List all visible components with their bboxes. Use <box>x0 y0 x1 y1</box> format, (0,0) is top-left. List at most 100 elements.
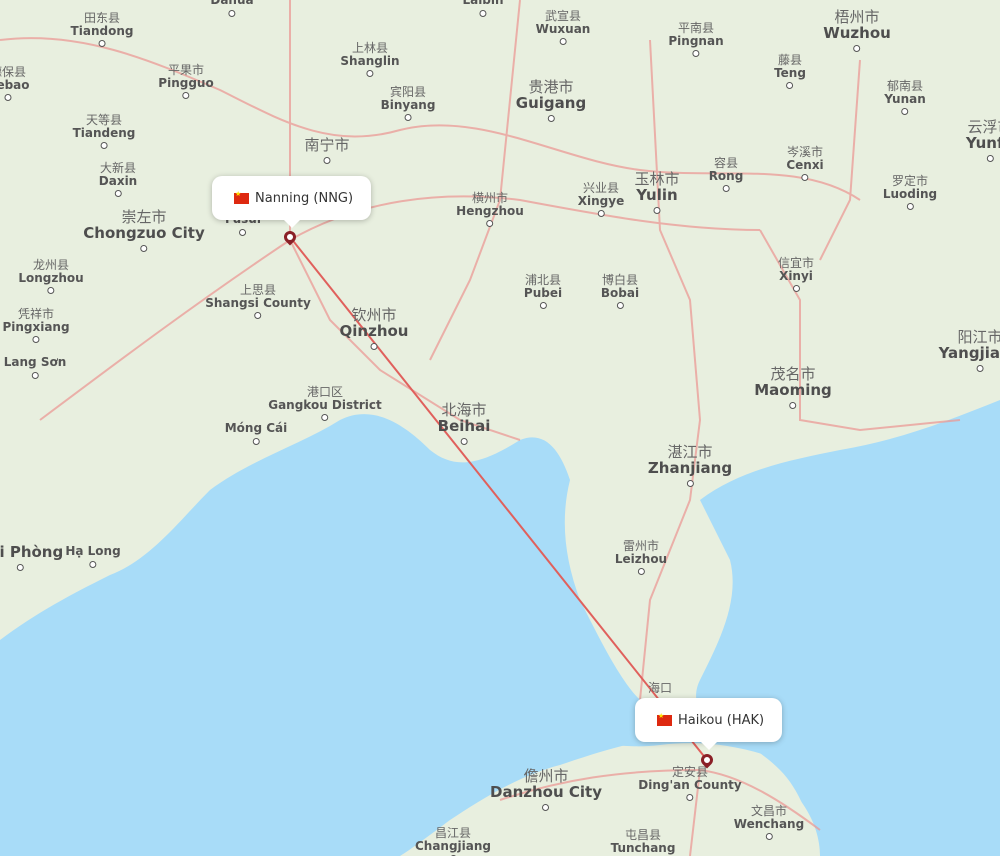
place-label: 兴业县 Xingye <box>577 181 625 218</box>
place-dot-icon <box>597 210 605 218</box>
place-label: 横州市 Hengzhou <box>456 191 524 228</box>
place-name-english: Dahua <box>210 0 254 7</box>
place-name-english: Daxin <box>98 173 138 188</box>
place-label: 崇左市 Chongzuo City <box>83 209 205 252</box>
place-name-english: Leizhou <box>614 551 668 566</box>
place-name-english: Lang Sơn <box>3 355 67 369</box>
place-name-english: Pingnan <box>668 33 724 48</box>
place-label: Laibin <box>462 0 504 17</box>
place-label: 玉林市 Yulin <box>634 171 680 214</box>
place-label: 宾阳县 Binyang <box>380 86 436 122</box>
place-name-english: Hạ Long <box>65 544 121 558</box>
place-dot-icon <box>539 302 547 310</box>
place-name-english: Guigang <box>515 93 587 112</box>
place-name-chinese: 天等县 <box>85 113 122 127</box>
place-label: 贵港市 Guigang <box>515 79 587 122</box>
place-label: 武宣县 Wuxuan <box>536 10 590 46</box>
place-name-english: Binyang <box>380 97 436 112</box>
place-name-chinese: 昌江县 <box>434 826 472 840</box>
place-dot-icon <box>686 479 694 487</box>
place-name-english: Xingye <box>577 193 625 208</box>
place-name-chinese: 南宁市 <box>304 136 350 154</box>
place-name-chinese: 横州市 <box>471 191 509 205</box>
place-name-english: Bobai <box>600 285 640 300</box>
place-name-chinese: 大新县 <box>99 161 136 175</box>
place-name-english: Yangjiang <box>938 343 1000 362</box>
place-name-english: Hải Phòng <box>0 543 64 561</box>
place-dot-icon <box>16 563 24 571</box>
place-name-english: Qinzhou <box>339 321 409 340</box>
place-dot-icon <box>547 114 555 122</box>
place-dot-icon <box>366 70 374 78</box>
place-name-chinese: 龙州县 <box>32 258 69 272</box>
place-name-english: Maoming <box>754 380 832 399</box>
place-label: 雷州市 Leizhou <box>614 539 668 576</box>
airport-popup-haikou[interactable]: Haikou (HAK) <box>635 698 783 750</box>
place-name-english: Zhanjiang <box>647 458 733 477</box>
place-dot-icon <box>228 9 236 17</box>
place-name-english: Xinyi <box>779 268 813 283</box>
place-label: 钦州市 Qinzhou <box>339 307 409 350</box>
place-label: Lang Sơn <box>4 356 66 379</box>
place-dot-icon <box>370 342 378 350</box>
place-label: Móng Cái <box>225 422 287 445</box>
place-name-english: Hengzhou <box>456 203 524 218</box>
place-dot-icon <box>637 568 645 576</box>
place-name-chinese: 罗定市 <box>891 174 928 188</box>
place-name-chinese: 容县 <box>713 156 738 170</box>
place-label: Hải Phòng <box>0 543 64 571</box>
place-label: 梧州市 Wuzhou <box>823 9 891 52</box>
place-name-english: Teng <box>774 65 806 80</box>
place-name-chinese: 藤县 <box>777 53 802 67</box>
place-label: 昌江县 Changjiang <box>415 827 491 856</box>
place-name-chinese: 上思县 <box>239 283 277 297</box>
place-name-english: Wuzhou <box>823 23 891 42</box>
place-name-english: Chongzuo City <box>83 223 205 242</box>
place-dot-icon <box>323 156 331 164</box>
place-dot-icon <box>486 220 494 228</box>
flight-route-map[interactable]: Dahua Laibin 田东县Tiandong 德保县Debao 平果市Pingguo… <box>0 0 1000 856</box>
place-label: 凭祥市 Pingxiang <box>2 307 70 344</box>
place-dot-icon <box>616 302 624 310</box>
place-name-english: Shangsi County <box>205 295 311 310</box>
place-name-chinese: 兴业县 <box>582 181 619 195</box>
place-label: 北海市 Beihai <box>438 402 490 445</box>
place-name-chinese: 信宜市 <box>777 256 815 270</box>
place-name-english: Longzhou <box>18 270 84 285</box>
place-dot-icon <box>4 94 12 102</box>
place-dot-icon <box>792 285 800 293</box>
place-name-english: Laibin <box>462 0 504 7</box>
airport-popup-nanning[interactable]: Nanning (NNG) <box>212 176 372 228</box>
place-label: 上林县 Shanglin <box>340 42 400 78</box>
airport-label-haikou: Haikou (HAK) <box>678 712 765 728</box>
place-dot-icon <box>789 401 797 409</box>
place-label: 龙州县 Longzhou <box>18 258 84 295</box>
place-name-chinese: 平南县 <box>677 21 715 35</box>
place-label: 岑溪市 Cenxi <box>786 146 824 182</box>
place-name-english: Pingxiang <box>2 319 70 334</box>
place-name-chinese: 雷州市 <box>622 539 659 553</box>
place-name-english: Yunfu <box>965 133 1000 152</box>
place-label: 云浮市Yunfu <box>965 119 1000 162</box>
place-label: Dahua <box>210 0 254 17</box>
place-dot-icon <box>765 833 773 841</box>
place-dot-icon <box>460 437 468 445</box>
place-name-english: Shanglin <box>340 53 400 68</box>
place-name-english: Tiandeng <box>72 125 136 140</box>
place-dot-icon <box>692 50 700 58</box>
place-name-english: Pubei <box>523 285 563 300</box>
place-name-chinese: 凭祥市 <box>17 307 54 321</box>
place-name-chinese: 博白县 <box>601 273 639 287</box>
place-name-chinese: 郁南县 <box>886 79 924 93</box>
place-label: 大新县 Daxin <box>98 161 138 198</box>
place-label: 儋州市 Danzhou City <box>490 768 602 811</box>
place-name-english: Yulin <box>636 185 678 204</box>
place-name-english: Cenxi <box>786 157 824 172</box>
place-name-english: Wenchang <box>733 816 805 831</box>
place-name-english: Changjiang <box>414 838 492 853</box>
place-label: 浦北县 Pubei <box>523 274 563 310</box>
place-label: 湛江市 Zhanjiang <box>647 444 733 487</box>
place-name-chinese: 德保县 <box>0 65 26 79</box>
place-name-english: Pingguo <box>158 75 214 90</box>
place-dot-icon <box>986 154 994 162</box>
